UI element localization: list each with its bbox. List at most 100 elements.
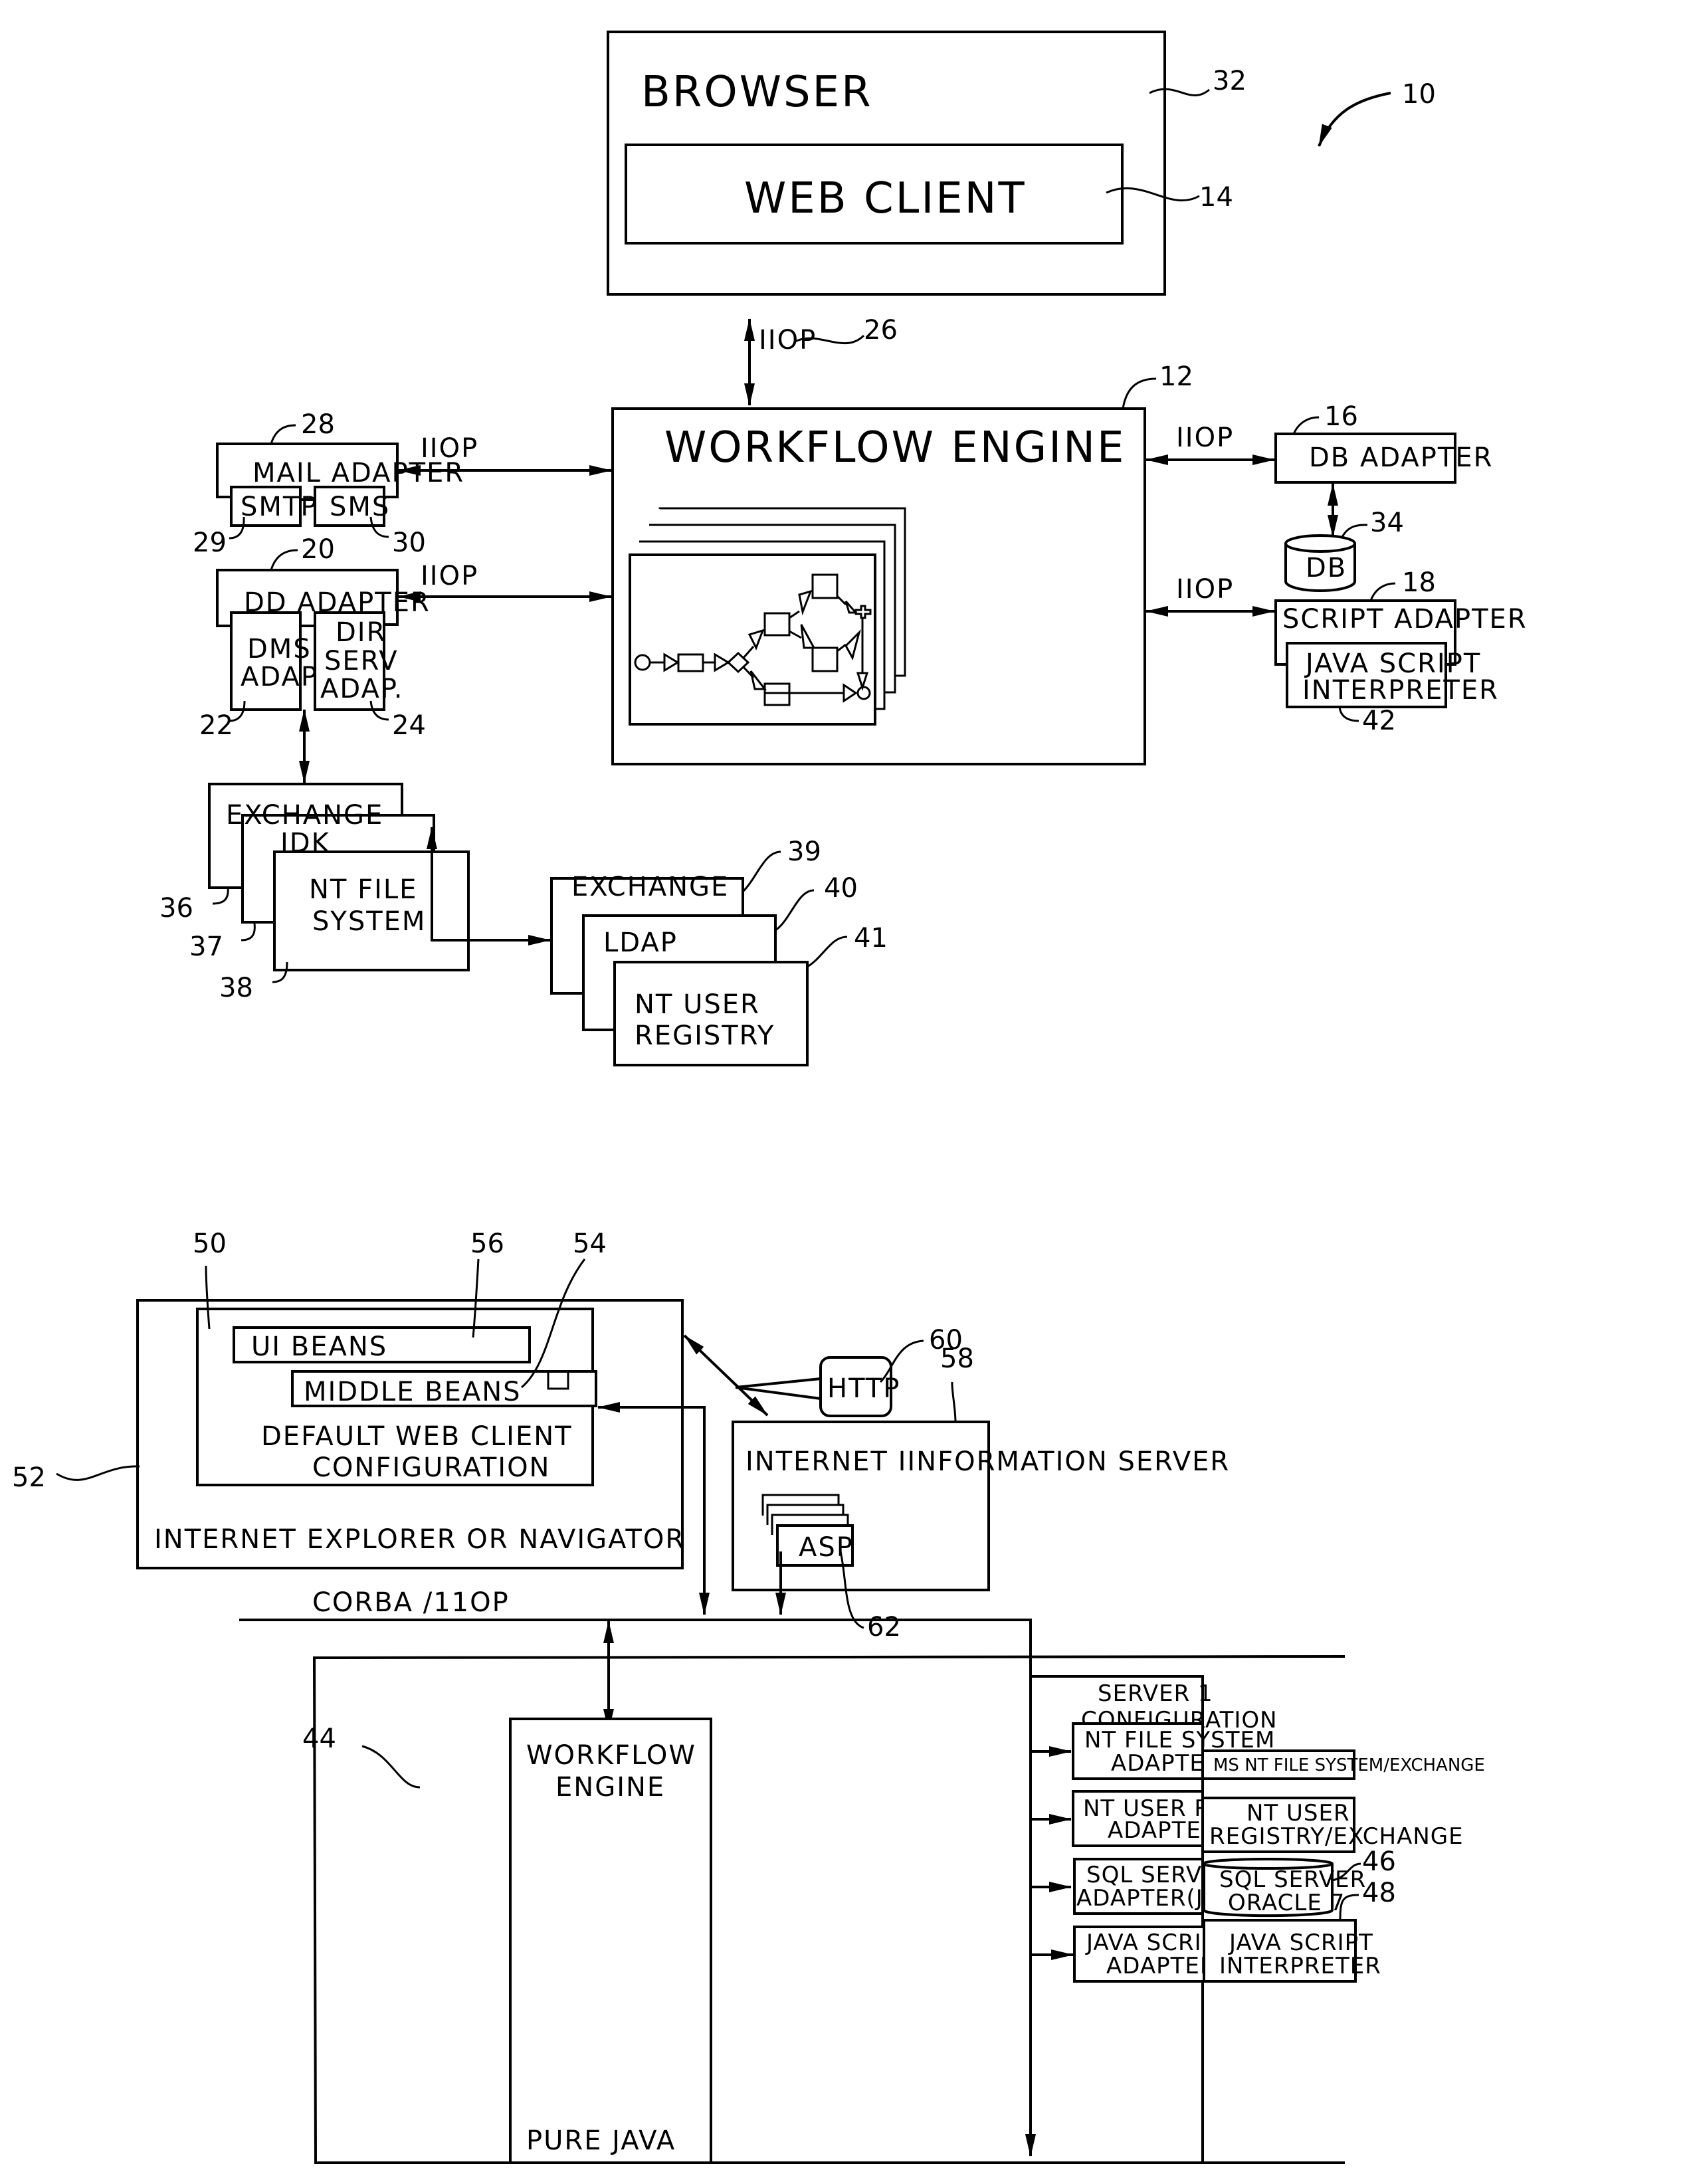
dir-ldap-leader (775, 889, 815, 932)
adapter-1-line2: ADAPTER (1108, 1817, 1217, 1844)
db-iiop-link: IIOP (1145, 423, 1275, 465)
ref-32: 32 (1213, 66, 1246, 96)
dms-line1: DMS (247, 634, 312, 664)
client-browser-label: INTERNET EXPLORER OR NAVIGATOR (154, 1524, 685, 1555)
dir-ldap-label: LDAP (603, 928, 678, 958)
db-cylinder[interactable]: DB 34 (1284, 508, 1404, 592)
db-leader (1341, 524, 1368, 538)
db-iiop-label: IIOP (1176, 423, 1234, 453)
dir-serv-adapter-box[interactable]: DIR SERV ADAP. 24 (314, 611, 426, 741)
sms-label: SMS (330, 492, 390, 522)
ref-14: 14 (1199, 182, 1233, 213)
ref-54: 54 (573, 1229, 607, 1259)
system-pointer-arrow (1318, 92, 1391, 147)
http-link (683, 1334, 821, 1417)
asp-label: ASP (799, 1532, 854, 1563)
ui-beans-label: UI BEANS (251, 1332, 387, 1362)
ref-29: 29 (193, 528, 227, 558)
db-adapter-leader (1292, 416, 1320, 435)
workflow-engine-leader (1122, 377, 1157, 409)
ref-22: 22 (199, 710, 233, 741)
dir-nt-leader (807, 936, 848, 968)
ref-39: 39 (787, 837, 821, 867)
mail-iiop-label: IIOP (421, 433, 478, 464)
ref-36: 36 (159, 893, 193, 924)
dms-line2: ADAP. (241, 662, 324, 692)
ref-46: 46 (1362, 1846, 1396, 1877)
dir-line1: DIR (336, 617, 386, 648)
iiop-main-label: IIOP (759, 325, 817, 355)
middle-beans-label: MIDDLE BEANS (304, 1377, 522, 1407)
server-leader (361, 1745, 421, 1789)
dms-jdk-leader (241, 923, 256, 942)
dd-iiop-link: IIOP (398, 561, 612, 602)
db-adapter-box[interactable]: DB ADAPTER 16 (1274, 401, 1493, 484)
adapter-java-script[interactable]: JAVA SCRIPT ADAPTER (1031, 1926, 1231, 1983)
system-ref: 10 (1318, 79, 1436, 147)
dir-exchange-leader (742, 850, 781, 893)
iiop-main-link: IIOP 26 (744, 315, 898, 406)
ref-56: 56 (470, 1229, 504, 1259)
ref-28: 28 (301, 409, 335, 440)
ref-48: 48 (1362, 1878, 1396, 1908)
workflow-engine-box[interactable]: WORKFLOW ENGINE 12 (611, 361, 1193, 765)
target-nt-user-registry[interactable]: NT USER REGISTRY/EXCHANGE (1201, 1797, 1464, 1853)
ref-30: 30 (392, 528, 426, 558)
config-line1: DEFAULT WEB CLIENT (261, 1421, 573, 1452)
ref-40: 40 (824, 873, 858, 904)
ref-26: 26 (864, 315, 898, 346)
ref-38: 38 (219, 973, 253, 1003)
dd-iiop-label: IIOP (421, 561, 478, 591)
script-adapter-label: SCRIPT ADAPTER (1282, 604, 1528, 635)
target-1-line1: NT USER (1246, 1800, 1350, 1827)
server-engine-line1: WORKFLOW (526, 1740, 696, 1771)
target-3-line2: INTERPRETER (1219, 1953, 1381, 1979)
db-adapter-label: DB ADAPTER (1309, 443, 1493, 473)
dd-adapter-leader (270, 549, 298, 571)
corba-bus-label: CORBA /11OP (312, 1587, 510, 1618)
ui-beans-box[interactable]: UI BEANS 56 (233, 1229, 531, 1363)
dir-line2: SERV (324, 646, 399, 676)
ref-62: 62 (867, 1612, 901, 1642)
adapter-3-line2: ADAPTER (1106, 1953, 1216, 1979)
dms-nt-line2: SYSTEM (312, 906, 426, 937)
mail-adapter-leader (270, 424, 296, 445)
js-interpreter-box[interactable]: JAVA SCRIPT INTERPRETER 42 (1286, 642, 1499, 736)
target-ms-nt-file-system[interactable]: MS NT FILE SYSTEM/EXCHANGE (1201, 1749, 1485, 1780)
dms-exchange-leader (212, 886, 229, 905)
web-client-label: WEB CLIENT (744, 174, 1027, 223)
process-sheets (629, 507, 906, 726)
patent-figure: 10 BROWSER 32 WEB CLIENT 14 IIOP 26 WORK… (12, 31, 1528, 2164)
iis-leader (951, 1381, 957, 1423)
ref-12: 12 (1159, 361, 1193, 392)
js-interpreter-line2: INTERPRETER (1302, 675, 1499, 706)
ref-50: 50 (193, 1229, 227, 1259)
server-config-line1: SERVER 1 (1098, 1680, 1213, 1707)
ref-37: 37 (189, 932, 223, 962)
ref-58: 58 (940, 1343, 974, 1374)
dir-exchange-label: EXCHANGE (571, 872, 729, 902)
dir-line3: ADAP. (320, 674, 403, 704)
client-browser-leader (56, 1465, 140, 1481)
ref-16: 16 (1324, 401, 1358, 432)
ref-10: 10 (1402, 79, 1436, 110)
ref-20: 20 (301, 534, 335, 565)
target-1-line2: REGISTRY/EXCHANGE (1209, 1823, 1464, 1850)
ref-42: 42 (1362, 706, 1396, 736)
server-workflow-engine-box[interactable]: WORKFLOW ENGINE PURE JAVA (509, 1718, 712, 2164)
smtp-label: SMTP (241, 492, 318, 522)
smtp-box[interactable]: SMTP 29 (193, 486, 318, 558)
target-3-line1: JAVA SCRIPT (1228, 1930, 1373, 1956)
script-iiop-link: IIOP (1145, 574, 1275, 617)
target-0-line1: MS NT FILE SYSTEM/EXCHANGE (1213, 1755, 1485, 1775)
dms-nt-line1: NT FILE (309, 874, 417, 905)
target-2-line1: SQL SERVER (1219, 1866, 1366, 1893)
ref-18: 18 (1402, 567, 1436, 598)
ref-34: 34 (1370, 508, 1404, 538)
server-engine-line2: ENGINE (555, 1772, 665, 1803)
ref-41: 41 (854, 923, 888, 953)
http-label: HTTP (827, 1373, 900, 1404)
script-iiop-label: IIOP (1176, 574, 1234, 605)
ref-52: 52 (12, 1462, 46, 1493)
dir-nt-line2: REGISTRY (635, 1021, 775, 1051)
